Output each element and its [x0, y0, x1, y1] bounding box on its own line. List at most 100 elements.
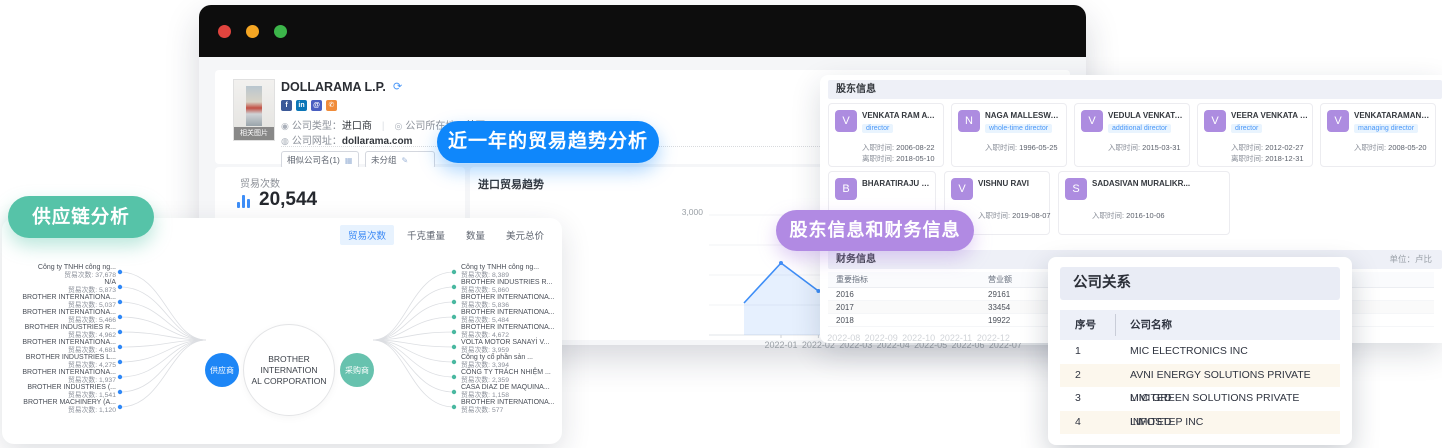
graph-item-trades: 贸易次数: 5,873 [68, 286, 116, 294]
tab-美元总价[interactable]: 美元总价 [498, 225, 552, 245]
role-badge: director [1231, 124, 1263, 133]
relation-company-name: MIC ELECTRONICS INC [1130, 345, 1248, 357]
graph-list-item[interactable]: CÔNG TY TRÁCH NHIỆM ... 贸易次数: 2,359 [461, 369, 561, 385]
graph-item-name: BROTHER INDUSTRIES (... [27, 384, 116, 391]
role-badge: whole-time director [985, 124, 1053, 133]
graph-list-item[interactable]: BROTHER INTERNATIONA... 贸易次数: 577 [461, 399, 561, 415]
relation-company-name: MIC GREEN SOLUTIONS PRIVATE LIMITED [1130, 392, 1300, 428]
graph-item-trades: 贸易次数: 5,836 [461, 301, 509, 309]
graph-list-item[interactable]: BROTHER MACHINERY (A... 贸易次数: 1,120 [2, 399, 116, 415]
avatar: V [835, 110, 857, 132]
minimize-window-button[interactable] [246, 25, 259, 38]
tab-数量[interactable]: 数量 [458, 225, 493, 245]
company-name: DOLLARAMA L.P. [281, 80, 386, 94]
refresh-icon[interactable]: ⟳ [393, 80, 402, 93]
graph-list-item[interactable]: BROTHER INTERNATIONA... 贸易次数: 1,937 [2, 369, 116, 385]
graph-list-item[interactable]: Công ty cổ phần sản ... 贸易次数: 3,394 [461, 354, 561, 370]
buyer-node[interactable]: 采购商 [340, 353, 374, 387]
browser-titlebar [199, 5, 1086, 57]
graph-item-trades: 贸易次数: 4,672 [461, 331, 509, 339]
avatar: S [1065, 178, 1087, 200]
graph-item-trades: 贸易次数: 5,860 [461, 286, 509, 294]
company-relations-panel: 公司关系 序号 公司名称 1 MIC ELECTRONICS INC 2 AVNI E… [1048, 257, 1352, 445]
graph-item-name: BROTHER INTERNATIONA... [461, 324, 555, 331]
avatar: V [1081, 110, 1103, 132]
phone-icon[interactable]: ✆ [326, 100, 337, 111]
related-images-caption: 相关图片(20) [234, 127, 274, 140]
product-image-art [246, 86, 262, 126]
linkedin-icon[interactable]: in [296, 100, 307, 111]
graph-item-name: BROTHER INTERNATIONA... [22, 294, 116, 301]
graph-list-item[interactable]: BROTHER INTERNATIONA... 贸易次数: 5,484 [461, 309, 561, 325]
close-window-button[interactable] [218, 25, 231, 38]
globe-icon: ◍ [281, 136, 289, 146]
graph-list-item[interactable]: BROTHER INDUSTRIES L... 贸易次数: 4,275 [2, 354, 116, 370]
relation-row: 4 INFOSTEP INC [1060, 410, 1340, 434]
graph-list-item[interactable]: N/A 贸易次数: 5,873 [2, 279, 116, 295]
finance-year: 2016 [836, 290, 854, 299]
chart-title: 进口贸易趋势 [478, 179, 544, 191]
graph-list-item[interactable]: BROTHER INDUSTRIES (... 贸易次数: 1,541 [2, 384, 116, 400]
graph-list-item[interactable]: BROTHER INTERNATIONA... 贸易次数: 5,037 [2, 294, 116, 310]
relation-company-name: INFOSTEP INC [1130, 415, 1204, 428]
relations-title: 公司关系 [1060, 267, 1340, 300]
company-node[interactable]: BROTHER INTERNATION AL CORPORATION [243, 324, 335, 416]
tab-贸易次数[interactable]: 贸易次数 [339, 225, 394, 245]
graph-list-item[interactable]: BROTHER INTERNATIONA... 贸易次数: 5,466 [2, 309, 116, 325]
graph-item-trades: 贸易次数: 3,959 [461, 346, 509, 354]
graph-item-trades: 贸易次数: 5,466 [68, 316, 116, 324]
supplier-node[interactable]: 供应商 [205, 353, 239, 387]
graph-list-item[interactable]: BROTHER INTERNATIONA... 贸易次数: 4,672 [461, 324, 561, 340]
bar-chart-icon [237, 195, 253, 208]
email-icon[interactable]: @ [311, 100, 322, 111]
edit-icon: ✎ [401, 155, 409, 165]
graph-list-item[interactable]: BROTHER INDUSTRIES R... 贸易次数: 5,860 [461, 279, 561, 295]
finance-year: 2018 [836, 316, 854, 325]
graph-list-item[interactable]: BROTHER INDUSTRIES R... 贸易次数: 4,962 [2, 324, 116, 340]
join-date: 入职时间: 1996-05-25 [985, 143, 1058, 152]
shareholder-name: BHARATIRAJU VEGIRAJU [862, 179, 931, 188]
join-date: 入职时间: 2016-10-06 [1092, 211, 1165, 220]
trade-count-card: 贸易次数 20,544 [215, 167, 465, 225]
graph-item-trades: 贸易次数: 3,394 [461, 361, 509, 369]
company-website-row: ◍ 公司网址：dollarama.com [281, 136, 413, 147]
shareholder-name: VENKATA RAM ATLURI [862, 111, 939, 120]
graph-item-name: CASA DIAZ DE MAQUINA... [461, 384, 550, 391]
facebook-icon[interactable]: f [281, 100, 292, 111]
graph-list-item[interactable]: VOLTA MOTOR SANAYİ V... 贸易次数: 3,959 [461, 339, 561, 355]
join-date: 入职时间: 2008-05-20 [1354, 143, 1427, 152]
graph-list-item[interactable]: Công ty TNHH công ng... 贸易次数: 8,389 [461, 264, 561, 280]
relations-table: 序号 公司名称 1 MIC ELECTRONICS INC 2 AVNI ENERGY… [1060, 310, 1340, 434]
relation-row: 2 AVNI ENERGY SOLUTIONS PRIVATE LIMITED [1060, 363, 1340, 404]
supply-chain-callout: 供应链分析 [8, 196, 154, 238]
currency-unit-label: 单位：卢比 [1389, 254, 1432, 264]
graph-item-name: BROTHER INDUSTRIES R... [461, 279, 553, 286]
graph-list-item[interactable]: CASA DIAZ DE MAQUINA... 贸易次数: 1,158 [461, 384, 561, 400]
avatar: V [1327, 110, 1349, 132]
graph-item-name: N/A [104, 279, 116, 286]
relation-index: 3 [1075, 392, 1081, 404]
relation-row: 3 MIC GREEN SOLUTIONS PRIVATE LIMITED [1060, 387, 1340, 428]
y-axis-top-label: 3,000 [681, 207, 703, 217]
shareholder-name: NAGA MALLESWARA R... [985, 111, 1062, 120]
shareholder-card: N NAGA MALLESWARA R... whole-time director… [951, 103, 1067, 167]
graph-list-item[interactable]: Công ty TNHH công ng... 贸易次数: 37,678 [2, 264, 116, 280]
stage: 相关图片(20) DOLLARAMA L.P. ⟳ fin@✆ ◉公司类型：进口… [0, 0, 1442, 448]
graph-item-name: BROTHER MACHINERY (A... [23, 399, 116, 406]
maximize-window-button[interactable] [274, 25, 287, 38]
shareholder-name: VISHNU RAVI [978, 179, 1029, 188]
graph-list-item[interactable]: BROTHER INTERNATIONA... 贸易次数: 4,681 [2, 339, 116, 355]
graph-item-name: BROTHER INDUSTRIES L... [25, 354, 116, 361]
tab-千克重量[interactable]: 千克重量 [399, 225, 453, 245]
finance-year: 2017 [836, 303, 854, 312]
graph-item-name: BROTHER INTERNATIONA... [461, 399, 555, 406]
graph-list-item[interactable]: BROTHER INTERNATIONA... 贸易次数: 5,836 [461, 294, 561, 310]
relation-index: 1 [1075, 345, 1081, 357]
product-image[interactable]: 相关图片(20) [233, 79, 275, 141]
avatar: B [835, 178, 857, 200]
avatar: V [951, 178, 973, 200]
relations-header-row: 序号 公司名称 [1060, 310, 1340, 340]
calendar-icon: ▦ [344, 155, 353, 165]
graph-item-name: CÔNG TY TRÁCH NHIỆM ... [461, 369, 551, 376]
graph-item-name: BROTHER INDUSTRIES R... [24, 324, 116, 331]
